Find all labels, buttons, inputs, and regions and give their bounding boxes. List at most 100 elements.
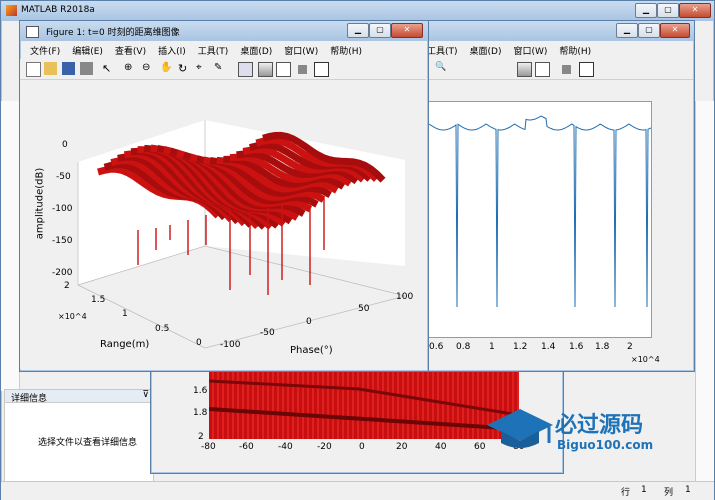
fig3-xtick: 40 <box>435 442 447 452</box>
fig1-minimize-button[interactable]: ▁ <box>347 23 369 38</box>
menu-window[interactable]: 窗口(W) <box>278 42 324 58</box>
figure2-toolbar: 🔍 <box>429 59 693 80</box>
watermark-brand: 必过源码 <box>555 413 644 438</box>
rotate-icon[interactable]: ↻ <box>178 62 191 75</box>
fig2-xtick: 1.2 <box>513 342 528 352</box>
data-cursor-icon[interactable]: ⌖ <box>196 62 209 75</box>
zoom-out-icon[interactable]: ⊖ <box>142 62 155 75</box>
collapse-icon[interactable]: ⊽ <box>142 390 149 400</box>
fig1-range-tick: 0.5 <box>155 324 170 334</box>
fig3-ytick-0: 1.6 <box>193 386 208 396</box>
figure1-menu: 文件(F) 编辑(E) 查看(V) 插入(I) 工具(T) 桌面(D) 窗口(W… <box>24 42 368 58</box>
figure2-line-plot <box>428 115 652 308</box>
main-close-button[interactable]: ✕ <box>679 3 711 18</box>
menu-file[interactable]: 文件(F) <box>24 42 66 58</box>
zoom-in-icon[interactable]: ⊕ <box>124 62 137 75</box>
fig3-xtick: 60 <box>474 442 486 452</box>
watermark-url: Biguo100.com <box>557 438 654 452</box>
save-icon[interactable] <box>62 62 75 75</box>
fig3-xticks: -80 -60 -40 -20 0 20 40 60 80 <box>201 442 531 454</box>
fig2-xtick: 1 <box>489 342 495 352</box>
fig1-ztick: -200 <box>52 268 73 278</box>
fig2-close-button[interactable]: ✕ <box>660 23 690 38</box>
fig1-xlabel: Range(m) <box>100 339 150 350</box>
fig1-maximize-button[interactable]: ▢ <box>369 23 391 38</box>
figure2-plot <box>428 101 652 338</box>
fig1-range-tick: 1 <box>122 309 128 319</box>
fig2-x-exponent: ×10^4 <box>631 355 660 364</box>
figure-icon <box>26 26 39 38</box>
new-figure-icon[interactable] <box>26 62 41 77</box>
fig2-xtick: 0.8 <box>456 342 471 352</box>
fig2-xtick: 1.4 <box>541 342 556 352</box>
graduation-cap-icon <box>487 409 553 448</box>
fig3-xtick: -40 <box>278 442 293 452</box>
figure2-menu: 工具(T) 桌面(D) 窗口(W) 帮助(H) <box>421 42 597 58</box>
fig1-close-button[interactable]: ✕ <box>391 23 423 38</box>
main-minimize-button[interactable]: ▁ <box>635 3 657 18</box>
colorbar-icon[interactable] <box>517 62 532 77</box>
pan-icon[interactable]: ✋ <box>160 62 173 75</box>
menu-tools[interactable]: 工具(T) <box>192 42 235 58</box>
fig1-phase-tick: 50 <box>358 304 370 314</box>
menu-edit[interactable]: 编辑(E) <box>66 42 109 58</box>
figure3-dark-bands <box>209 379 519 431</box>
fig3-ytick-1: 1.8 <box>193 408 208 418</box>
fig1-phase-tick: 0 <box>306 317 312 327</box>
figure1-title-bar: Figure 1: t=0 时刻的距离维图像 ▁ ▢ ✕ <box>20 21 428 41</box>
show-plot-icon[interactable] <box>579 62 594 77</box>
fig1-range-tick: 1.5 <box>91 295 106 305</box>
fig1-ylabel: Phase(°) <box>290 345 333 356</box>
fig2-maximize-button[interactable]: ▢ <box>638 23 660 38</box>
status-col-label: 列 <box>664 488 674 498</box>
legend-icon[interactable] <box>535 62 550 77</box>
status-row-value: 1 <box>641 485 647 495</box>
fig3-xtick: -80 <box>201 442 216 452</box>
fig2-minimize-button[interactable]: ▁ <box>616 23 638 38</box>
matlab-logo-icon <box>6 5 17 16</box>
fig1-x-exponent: ×10^4 <box>58 312 87 321</box>
details-header: 详细信息 ⊽ <box>5 390 153 404</box>
fig2-xtick: 1.6 <box>569 342 584 352</box>
status-bar: 行 1 列 1 <box>1 481 714 500</box>
colorbar-icon[interactable] <box>258 62 273 77</box>
hide-plot-icon[interactable] <box>298 65 307 74</box>
show-plot-icon[interactable] <box>314 62 329 77</box>
details-header-label: 详细信息 <box>11 394 48 404</box>
menu-view[interactable]: 查看(V) <box>109 42 152 58</box>
fig1-phase-tick: 100 <box>396 292 414 302</box>
fig1-ztick: -50 <box>56 172 71 182</box>
figure1-3d-plot <box>77 120 406 349</box>
fig1-range-tick: 0 <box>196 338 202 348</box>
fig1-phase-tick: -100 <box>220 340 241 350</box>
fig3-ytick-2: 2 <box>198 432 204 442</box>
hide-plot-icon[interactable] <box>562 65 571 74</box>
fig2-xtick: 1.8 <box>595 342 610 352</box>
details-message: 选择文件以查看详细信息 <box>38 438 138 448</box>
figure3-plot <box>209 371 519 439</box>
brush-icon[interactable]: ✎ <box>214 62 227 75</box>
link-plot-icon[interactable] <box>238 62 253 77</box>
figure1-title: Figure 1: t=0 时刻的距离维图像 <box>46 28 180 38</box>
fig2-menu-help[interactable]: 帮助(H) <box>553 42 597 58</box>
fig3-xtick: -20 <box>317 442 332 452</box>
main-maximize-button[interactable]: ▢ <box>657 3 679 18</box>
figure1-window[interactable]: Figure 1: t=0 时刻的距离维图像 ▁ ▢ ✕ 文件(F) 编辑(E)… <box>19 20 429 372</box>
print-icon[interactable] <box>80 62 93 75</box>
fig3-xtick: 0 <box>359 442 365 452</box>
pointer-icon[interactable]: ↖ <box>102 62 115 75</box>
main-window-title: MATLAB R2018a <box>21 5 95 15</box>
menu-help[interactable]: 帮助(H) <box>324 42 368 58</box>
fig1-phase-tick: -50 <box>260 328 275 338</box>
legend-icon[interactable] <box>276 62 291 77</box>
fig2-menu-window[interactable]: 窗口(W) <box>507 42 553 58</box>
status-col-value: 1 <box>685 485 691 495</box>
zoom-in-icon[interactable]: 🔍 <box>435 62 448 75</box>
menu-insert[interactable]: 插入(I) <box>152 42 192 58</box>
fig1-ztick: 0 <box>62 140 68 150</box>
menu-desktop[interactable]: 桌面(D) <box>234 42 278 58</box>
fig2-menu-desktop[interactable]: 桌面(D) <box>464 42 508 58</box>
open-icon[interactable] <box>44 62 57 75</box>
fig1-zlabel: amplitude(dB) <box>34 167 46 240</box>
status-row-label: 行 <box>621 488 631 498</box>
